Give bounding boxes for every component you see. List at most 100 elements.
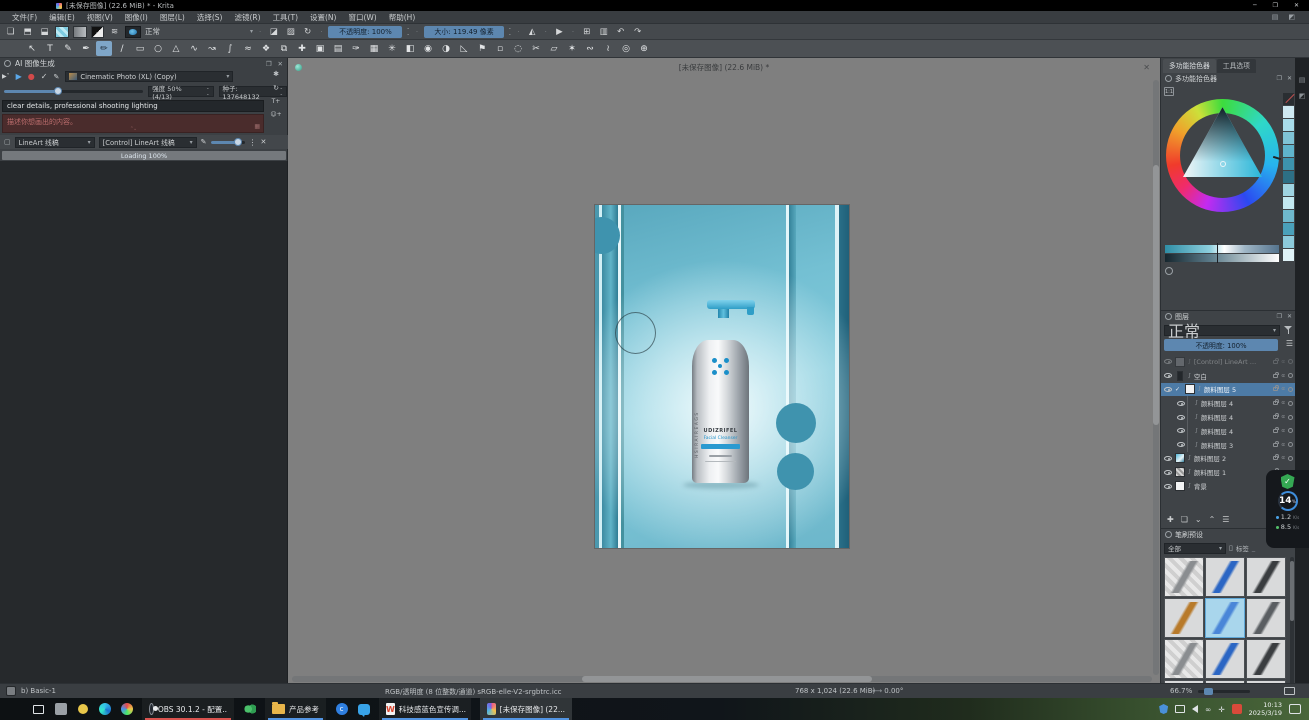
layer-properties-icon[interactable] (1288, 359, 1293, 364)
brush-preset-tile[interactable] (1246, 639, 1286, 679)
minimize-button[interactable]: ─ (1253, 2, 1257, 9)
canvas-vertical-scrollbar[interactable] (1153, 80, 1159, 675)
layer-row[interactable]: ✓ ∫ 颜料图层 4 α (1161, 424, 1296, 438)
save-document-icon[interactable]: ⬓ (38, 25, 51, 38)
brush-preset-tile[interactable] (1164, 557, 1204, 597)
tool-rect-select[interactable]: ▫ (492, 41, 508, 56)
tray-link-icon[interactable]: ∞ (1205, 705, 1211, 714)
strength-spinbox[interactable]: 强度 50% (4/13)⌃⌄ (148, 86, 213, 97)
tool-bezier-select[interactable]: ≀ (600, 41, 616, 56)
new-document-icon[interactable]: ❏ (4, 25, 17, 38)
menu-item[interactable]: 选择(S) (191, 13, 229, 22)
task-view-button[interactable] (32, 703, 45, 716)
brush-preset-tile[interactable] (1164, 598, 1204, 638)
layer-lock-icon[interactable] (1273, 443, 1278, 447)
brush-preset-tile[interactable] (1246, 598, 1286, 638)
eraser-mode-icon[interactable]: ◪ (267, 25, 280, 38)
tool-gradient[interactable]: ▤ (330, 41, 346, 56)
menu-item[interactable]: 文件(F) (6, 13, 43, 22)
control-strength-slider[interactable] (211, 141, 245, 144)
notification-center-icon[interactable] (1289, 704, 1301, 714)
layer-lock-icon[interactable] (1273, 374, 1278, 378)
menu-item[interactable]: 帮助(H) (383, 13, 422, 22)
tool-polygon-select[interactable]: ▱ (546, 41, 562, 56)
overlay-pin-icon[interactable]: ▤ (1272, 13, 1279, 21)
zoom-slider[interactable] (1198, 690, 1250, 693)
menu-item[interactable]: 窗口(W) (342, 13, 382, 22)
opacity-spin-buttons[interactable]: ⌃⌄ (406, 28, 409, 36)
taskbar-button-krita[interactable]: [未保存图像] (22... (480, 698, 572, 720)
tray-record-icon[interactable] (1232, 704, 1242, 714)
brush-editor-button[interactable] (125, 26, 141, 38)
crop-icon[interactable]: ⊞ (580, 25, 593, 38)
refresh-icon[interactable]: ↻ (273, 84, 279, 92)
tool-freehand-brush[interactable]: ✏ (96, 41, 112, 56)
tool-smart-patch[interactable]: ✳ (384, 41, 400, 56)
layer-visibility-icon[interactable] (1177, 428, 1185, 433)
layer-visibility-icon[interactable] (1164, 470, 1172, 475)
color-history-icon[interactable] (1165, 267, 1173, 275)
float-docker-icon[interactable]: ❐ (266, 60, 272, 68)
blend-mode-dropdown[interactable]: 正常 (145, 26, 253, 37)
tool-calligraphy[interactable]: ✒ (78, 41, 94, 56)
brush-preset-tile[interactable] (1205, 598, 1245, 638)
layer-blend-mode-dropdown[interactable]: 正常 (1164, 325, 1280, 336)
add-text-layer-icon[interactable]: T+ (272, 98, 281, 105)
menu-item[interactable]: 图层(L) (154, 13, 191, 22)
canvas-horizontal-scrollbar[interactable] (292, 676, 1152, 682)
tool-enclose-fill[interactable]: ◉ (420, 41, 436, 56)
tool-color-picker[interactable]: ✑ (348, 41, 364, 56)
gradient-options-icon[interactable]: ≋ (108, 25, 121, 38)
tray-display-icon[interactable] (1175, 705, 1185, 713)
brush-preset-tile[interactable] (1246, 557, 1286, 597)
tool-polygon[interactable]: △ (168, 41, 184, 56)
dock-tab[interactable]: 多功能拾色器 (1163, 59, 1216, 73)
canvas-only-mode-icon[interactable] (1284, 687, 1295, 695)
settings-gear-icon[interactable]: ✱ (273, 70, 279, 78)
overlay-tool-icon[interactable]: ◩ (1288, 13, 1295, 21)
maximize-button[interactable]: ❒ (1273, 2, 1278, 9)
view-mode-icon[interactable]: ▯ (1229, 544, 1233, 552)
brush-size-slider[interactable]: 大小: 119.49 像素 (424, 26, 504, 38)
canvas-artwork[interactable]: HSIRAIREAGS UDIZRIFEL Facial Cleanser (595, 205, 849, 548)
layer-row[interactable]: ✓ ∫ 颜料图层 3 α (1161, 438, 1296, 452)
tool-pan[interactable]: ⊕ (636, 41, 652, 56)
tool-polyline[interactable]: ∿ (186, 41, 202, 56)
move-layer-down-button[interactable]: ⌄ (1195, 515, 1202, 524)
tray-input-method-icon[interactable]: ✛ (1218, 705, 1224, 714)
menu-item[interactable]: 滤镜(R) (228, 13, 266, 22)
preserve-alpha-icon[interactable]: ▨ (284, 25, 297, 38)
tray-volume-icon[interactable] (1192, 705, 1198, 713)
close-button[interactable]: ✕ (1294, 2, 1299, 9)
tool-freehand-select[interactable]: ✂ (528, 41, 544, 56)
layer-lock-icon[interactable] (1273, 429, 1278, 433)
live-mode-button[interactable]: ● (28, 72, 35, 81)
layer-properties-icon[interactable] (1288, 387, 1293, 392)
layer-alpha-icon[interactable]: α (1281, 455, 1285, 461)
brush-preset-tile[interactable] (1205, 639, 1245, 679)
layer-visibility-icon[interactable] (1177, 442, 1185, 447)
move-layer-up-button[interactable]: ⌃ (1209, 515, 1216, 524)
pinned-app-blue-circle[interactable]: c (335, 703, 348, 716)
color-swatch[interactable] (1283, 210, 1294, 222)
tool-line[interactable]: ∕ (114, 41, 130, 56)
current-brush-icon[interactable] (6, 686, 16, 696)
taskbar-button-document[interactable]: W科技感蓝色宣传调... (379, 698, 471, 720)
layer-alpha-icon[interactable]: α (1281, 442, 1285, 448)
layer-opacity-slider[interactable]: 不透明度: 100% (1164, 339, 1278, 351)
color-swatch[interactable] (1283, 197, 1294, 209)
layer-lock-icon[interactable] (1273, 360, 1278, 364)
selector-settings-icon[interactable]: 1:1 (1164, 87, 1174, 96)
close-docker-icon[interactable]: ✕ (1287, 75, 1292, 82)
layer-lock-icon[interactable] (1273, 456, 1278, 460)
float-docker-icon[interactable]: ❐ (1277, 313, 1282, 320)
tray-clock[interactable]: 10:132025/3/19 (1249, 701, 1282, 717)
color-swatch[interactable] (1283, 249, 1294, 261)
tool-ellipse-select[interactable]: ◌ (510, 41, 526, 56)
layer-options-menu-icon[interactable]: ☰ (1286, 339, 1293, 348)
tool-move[interactable]: ✚ (294, 41, 310, 56)
menu-item[interactable]: 设置(N) (304, 13, 342, 22)
layer-row[interactable]: ✓ ∫ 颜料图层 5 α (1161, 383, 1296, 397)
menu-item[interactable]: 编辑(E) (43, 13, 81, 22)
workspace-chooser-icon[interactable]: ▶ (553, 25, 566, 38)
